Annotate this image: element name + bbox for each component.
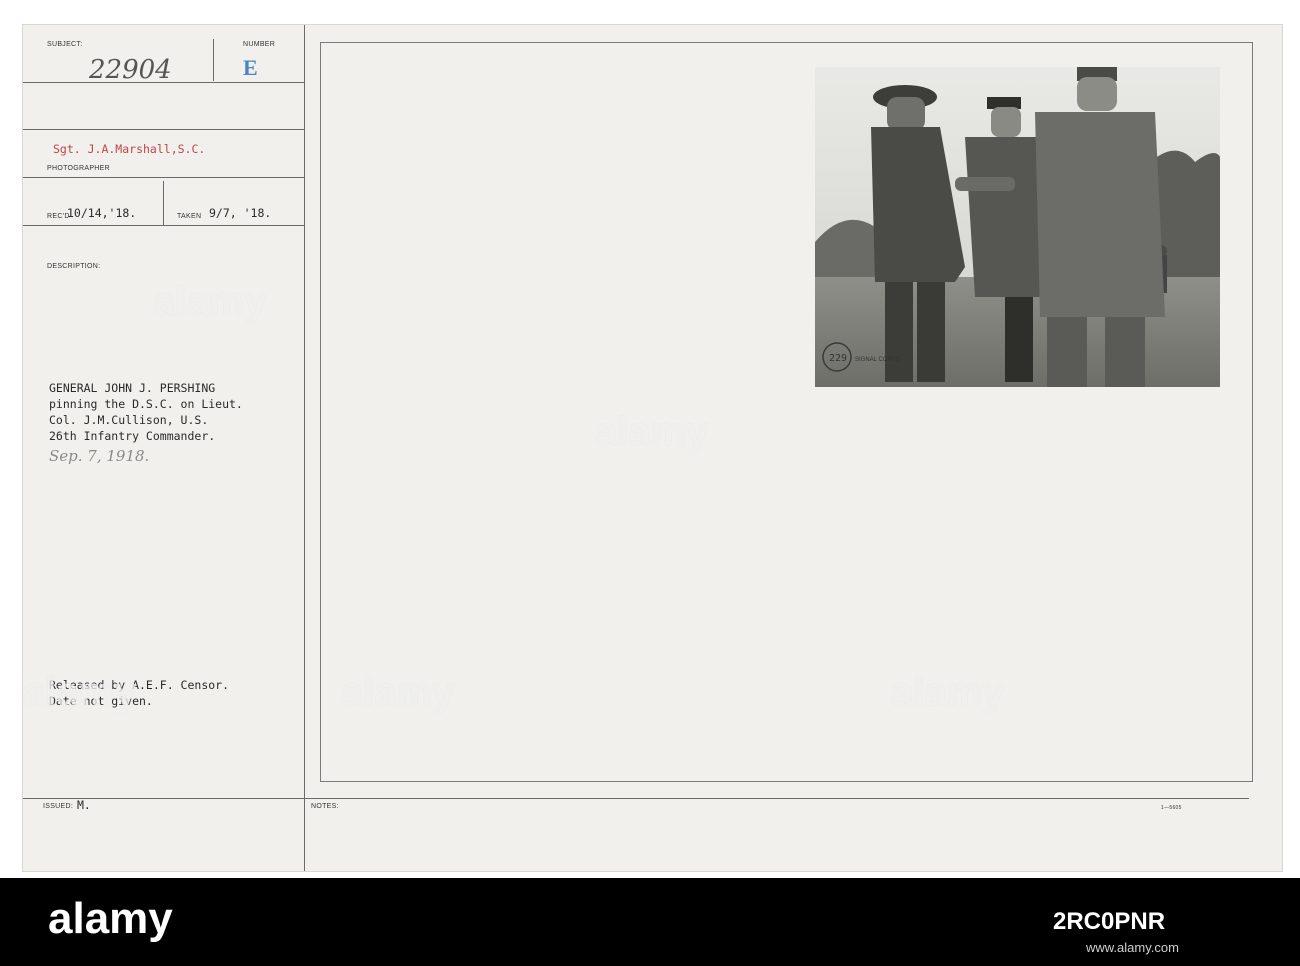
watermark: alamy <box>23 670 137 714</box>
number-stamp: E <box>243 55 258 80</box>
description-line: GENERAL JOHN J. PERSHING <box>49 381 216 395</box>
form-number: 1—5605 <box>1161 805 1182 811</box>
subject-label: SUBJECT: <box>47 41 83 48</box>
site-url[interactable]: www.alamy.com <box>1086 940 1179 955</box>
record-card: SUBJECT: NUMBER 22904 E Sgt. J.A.Marshal… <box>22 24 1283 872</box>
photographer-name: Sgt. J.A.Marshall,S.C. <box>53 142 206 156</box>
issued-label: ISSUED: <box>43 803 74 810</box>
subject-number: 22904 <box>89 55 172 85</box>
number-label: NUMBER <box>243 41 276 48</box>
image-id: 2RC0PNR <box>1053 908 1166 935</box>
watermark: alamy <box>595 410 709 454</box>
description-line: pinning the D.S.C. on Lieut. <box>49 397 243 411</box>
alamy-logo: alamy <box>48 894 173 943</box>
footer-banner: alamy 2RC0PNR www.alamy.com <box>0 878 1300 966</box>
notes-label: NOTES: <box>311 803 339 810</box>
watermark: alamy <box>153 280 267 324</box>
issued-value: M. <box>77 798 91 812</box>
photo-stamp-text: SIGNAL CORPS <box>855 357 900 363</box>
description-line: 26th Infantry Commander. <box>49 429 216 443</box>
photo-stamp-number: 229 <box>829 353 847 364</box>
description-label: DESCRIPTION: <box>47 263 101 270</box>
description-line: Col. J.M.Cullison, U.S. <box>49 413 209 427</box>
watermark: alamy <box>341 670 455 714</box>
photograph-image: 229 SIGNAL CORPS <box>815 67 1220 387</box>
taken-date: 9/7, '18. <box>209 206 272 220</box>
photograph: 229 SIGNAL CORPS <box>815 67 1220 387</box>
watermark: alamy <box>891 670 1005 714</box>
taken-label: TAKEN <box>177 213 202 220</box>
handwritten-date: Sep. 7, 1918. <box>49 447 150 465</box>
photographer-label: PHOTOGRAPHER <box>47 165 110 172</box>
recd-date: 10/14,'18. <box>67 206 137 220</box>
